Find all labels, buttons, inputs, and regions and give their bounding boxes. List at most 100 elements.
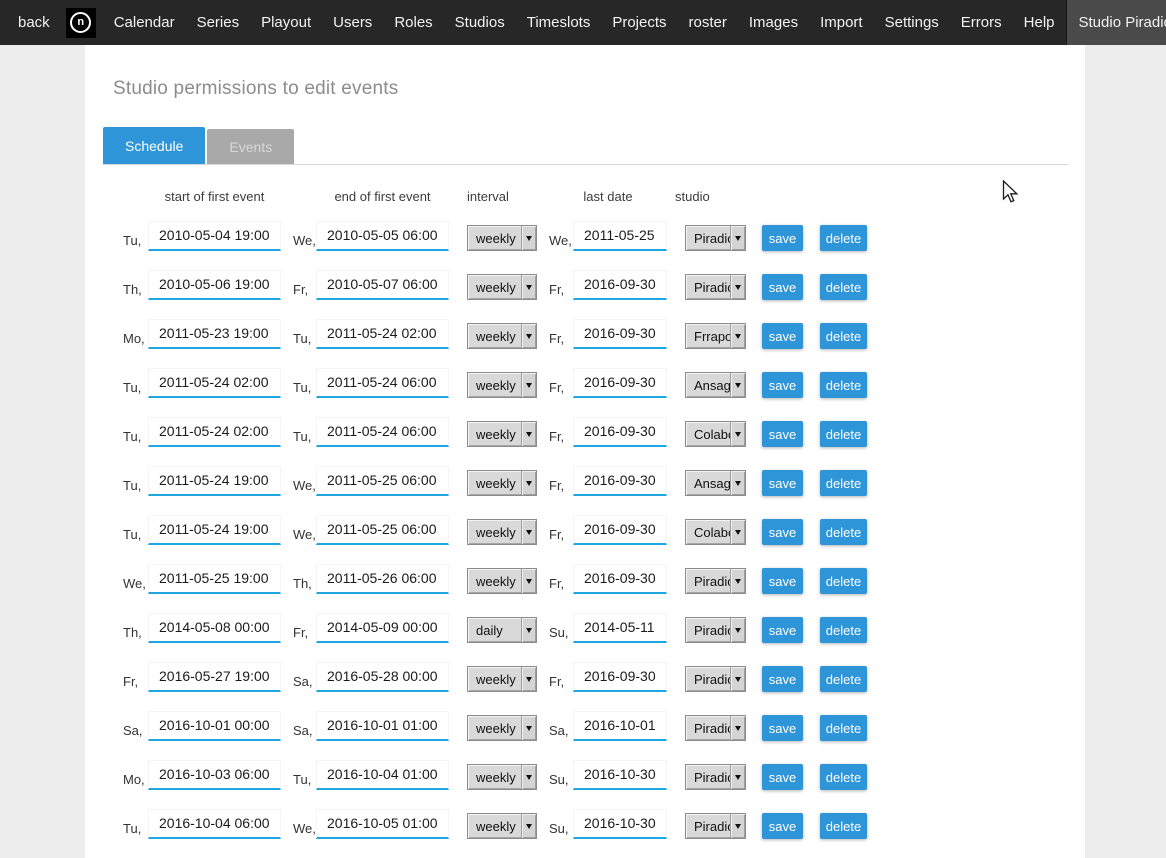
last-date-input[interactable]: [573, 662, 667, 692]
end-of-first-event-input[interactable]: [316, 466, 449, 496]
save-button[interactable]: save: [762, 274, 803, 300]
interval-select[interactable]: weekly: [467, 225, 537, 251]
end-of-first-event-input[interactable]: [316, 319, 449, 349]
save-button[interactable]: save: [762, 372, 803, 398]
delete-button[interactable]: delete: [820, 421, 867, 447]
studio-select[interactable]: Piradio: [685, 666, 746, 692]
save-button[interactable]: save: [762, 715, 803, 741]
studio-select[interactable]: Piradio: [685, 568, 746, 594]
nav-item-studios[interactable]: Studios: [444, 0, 516, 45]
save-button[interactable]: save: [762, 323, 803, 349]
last-date-input[interactable]: [573, 417, 667, 447]
studio-select[interactable]: Ansage: [685, 470, 746, 496]
save-button[interactable]: save: [762, 421, 803, 447]
end-of-first-event-input[interactable]: [316, 515, 449, 545]
nav-item-users[interactable]: Users: [322, 0, 383, 45]
studio-select[interactable]: Piradio: [685, 715, 746, 741]
save-button[interactable]: save: [762, 764, 803, 790]
delete-button[interactable]: delete: [820, 519, 867, 545]
end-of-first-event-input[interactable]: [316, 368, 449, 398]
last-date-input[interactable]: [573, 270, 667, 300]
interval-select[interactable]: weekly: [467, 666, 537, 692]
last-date-input[interactable]: [573, 613, 667, 643]
delete-button[interactable]: delete: [820, 764, 867, 790]
interval-select[interactable]: weekly: [467, 274, 537, 300]
interval-select[interactable]: weekly: [467, 372, 537, 398]
nav-item-help[interactable]: Help: [1013, 0, 1066, 45]
delete-button[interactable]: delete: [820, 617, 867, 643]
studio-select[interactable]: Ansage: [685, 372, 746, 398]
interval-select[interactable]: weekly: [467, 715, 537, 741]
end-of-first-event-input[interactable]: [316, 270, 449, 300]
save-button[interactable]: save: [762, 568, 803, 594]
back-link[interactable]: back: [0, 0, 59, 45]
delete-button[interactable]: delete: [820, 372, 867, 398]
end-of-first-event-input[interactable]: [316, 760, 449, 790]
end-of-first-event-input[interactable]: [316, 564, 449, 594]
interval-select[interactable]: weekly: [467, 764, 537, 790]
app-logo[interactable]: n: [59, 0, 103, 45]
nav-item-roster[interactable]: roster: [678, 0, 738, 45]
interval-select[interactable]: weekly: [467, 421, 537, 447]
studio-select[interactable]: Colabo: [685, 519, 746, 545]
delete-button[interactable]: delete: [820, 225, 867, 251]
delete-button[interactable]: delete: [820, 666, 867, 692]
end-of-first-event-input[interactable]: [316, 809, 449, 839]
start-of-first-event-input[interactable]: [148, 270, 281, 300]
last-date-input[interactable]: [573, 221, 667, 251]
delete-button[interactable]: delete: [820, 715, 867, 741]
interval-select[interactable]: weekly: [467, 323, 537, 349]
studio-select[interactable]: Frrapo: [685, 323, 746, 349]
save-button[interactable]: save: [762, 617, 803, 643]
interval-select[interactable]: weekly: [467, 813, 537, 839]
nav-item-playout[interactable]: Playout: [250, 0, 322, 45]
last-date-input[interactable]: [573, 711, 667, 741]
last-date-input[interactable]: [573, 466, 667, 496]
studio-select[interactable]: Piradio: [685, 225, 746, 251]
interval-select[interactable]: daily: [467, 617, 537, 643]
nav-item-settings[interactable]: Settings: [874, 0, 950, 45]
nav-item-projects[interactable]: Projects: [601, 0, 677, 45]
studio-select[interactable]: Piradio: [685, 274, 746, 300]
start-of-first-event-input[interactable]: [148, 319, 281, 349]
studio-select[interactable]: Colabo: [685, 421, 746, 447]
tab-schedule[interactable]: Schedule: [103, 127, 205, 164]
last-date-input[interactable]: [573, 809, 667, 839]
delete-button[interactable]: delete: [820, 274, 867, 300]
save-button[interactable]: save: [762, 470, 803, 496]
save-button[interactable]: save: [762, 666, 803, 692]
start-of-first-event-input[interactable]: [148, 417, 281, 447]
nav-item-images[interactable]: Images: [738, 0, 809, 45]
studio-select-nav[interactable]: Studio Piradio: [1066, 0, 1166, 45]
last-date-input[interactable]: [573, 515, 667, 545]
start-of-first-event-input[interactable]: [148, 466, 281, 496]
start-of-first-event-input[interactable]: [148, 711, 281, 741]
nav-item-errors[interactable]: Errors: [950, 0, 1013, 45]
end-of-first-event-input[interactable]: [316, 613, 449, 643]
studio-select[interactable]: Piradio: [685, 813, 746, 839]
last-date-input[interactable]: [573, 368, 667, 398]
save-button[interactable]: save: [762, 225, 803, 251]
delete-button[interactable]: delete: [820, 568, 867, 594]
start-of-first-event-input[interactable]: [148, 221, 281, 251]
last-date-input[interactable]: [573, 319, 667, 349]
start-of-first-event-input[interactable]: [148, 613, 281, 643]
start-of-first-event-input[interactable]: [148, 662, 281, 692]
studio-select[interactable]: Piradio: [685, 764, 746, 790]
last-date-input[interactable]: [573, 760, 667, 790]
nav-item-series[interactable]: Series: [186, 0, 251, 45]
save-button[interactable]: save: [762, 519, 803, 545]
nav-item-calendar[interactable]: Calendar: [103, 0, 186, 45]
save-button[interactable]: save: [762, 813, 803, 839]
end-of-first-event-input[interactable]: [316, 221, 449, 251]
start-of-first-event-input[interactable]: [148, 760, 281, 790]
start-of-first-event-input[interactable]: [148, 368, 281, 398]
studio-select[interactable]: Piradio: [685, 617, 746, 643]
delete-button[interactable]: delete: [820, 813, 867, 839]
interval-select[interactable]: weekly: [467, 470, 537, 496]
interval-select[interactable]: weekly: [467, 568, 537, 594]
delete-button[interactable]: delete: [820, 323, 867, 349]
nav-item-import[interactable]: Import: [809, 0, 874, 45]
start-of-first-event-input[interactable]: [148, 564, 281, 594]
last-date-input[interactable]: [573, 564, 667, 594]
